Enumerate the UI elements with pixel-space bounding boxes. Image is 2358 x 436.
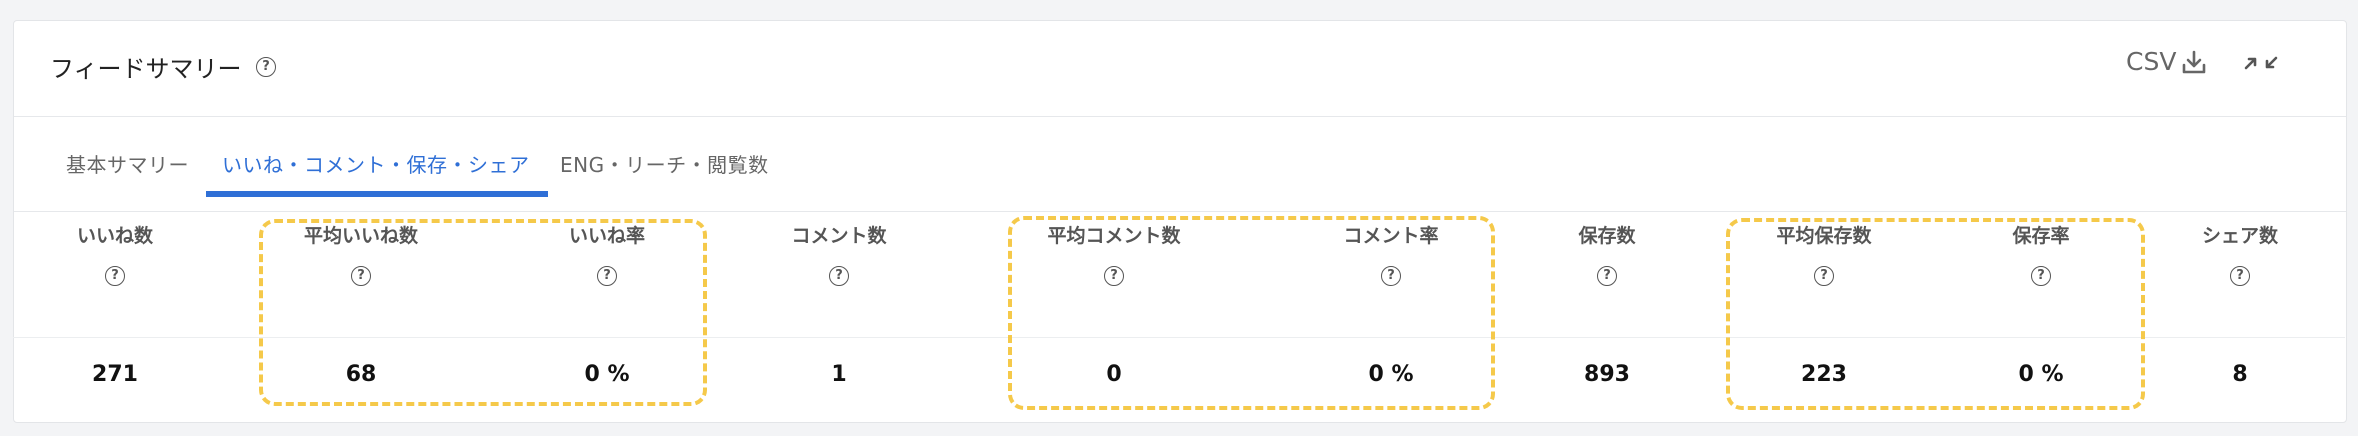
highlight-box-comments (1008, 216, 1495, 410)
download-icon (2183, 50, 2206, 73)
highlight-box-saves (1726, 218, 2145, 410)
column-header-comments: コメント数 (791, 225, 887, 247)
tab-eng-reach-views[interactable]: ENG・リーチ・閲覧数 (560, 149, 769, 178)
csv-download-button[interactable]: CSV (2126, 47, 2208, 76)
help-icon[interactable]: ? (829, 266, 849, 286)
column-header-shares: シェア数 (2201, 225, 2279, 247)
active-tab-indicator (206, 191, 548, 197)
value-saves: 893 (1584, 362, 1630, 387)
value-comments: 1 (831, 362, 847, 387)
help-icon[interactable]: ? (2230, 266, 2250, 286)
help-icon[interactable]: ? (1597, 266, 1617, 286)
value-shares: 8 (2232, 362, 2248, 387)
tab-bar: 基本サマリー いいね・コメント・保存・シェア ENG・リーチ・閲覧数 (14, 117, 2346, 212)
card-title: フィードサマリー (50, 55, 242, 83)
help-icon[interactable]: ? (105, 266, 125, 286)
card-header: フィードサマリー ? CSV (14, 21, 2346, 117)
column-header-likes: いいね数 (76, 225, 154, 247)
value-likes: 271 (92, 362, 138, 387)
highlight-box-likes (259, 219, 707, 406)
csv-label: CSV (2126, 47, 2177, 76)
help-icon[interactable]: ? (256, 57, 276, 77)
tab-likes-comments-saves-shares[interactable]: いいね・コメント・保存・シェア (222, 149, 530, 178)
tab-basic-summary[interactable]: 基本サマリー (66, 149, 189, 178)
collapse-icon[interactable] (2244, 48, 2278, 78)
column-header-saves: 保存数 (1578, 225, 1636, 247)
